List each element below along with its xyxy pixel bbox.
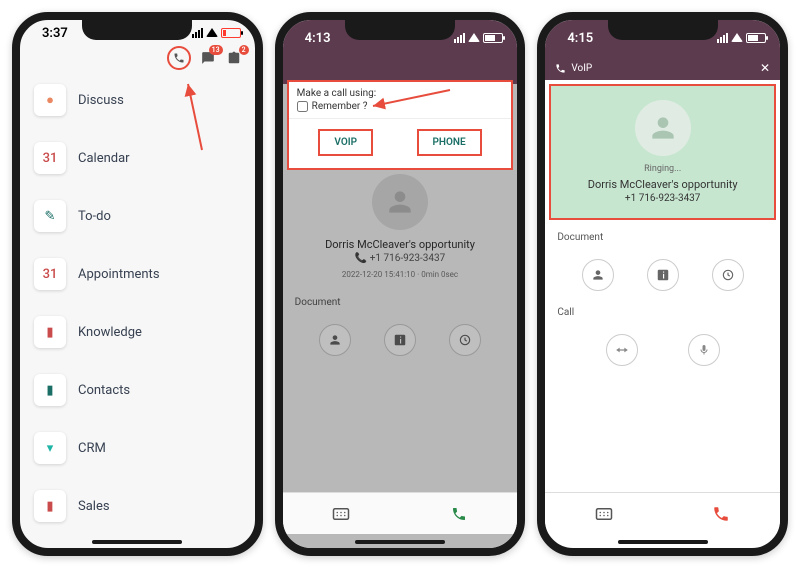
wifi-icon — [468, 31, 480, 46]
menu-item-sales[interactable]: ▮ Sales — [34, 490, 241, 522]
dialog-header: Make a call using: Remember ? — [289, 82, 512, 118]
notch — [608, 20, 718, 40]
menu-label: Appointments — [78, 267, 160, 282]
avatar-icon — [635, 100, 691, 156]
phone-screen-3: 4:15 VoIP ✕ Ringing... Dorris McCleaver'… — [537, 12, 788, 556]
signal-icon — [717, 33, 728, 43]
call-timestamp: 2022-12-20 15:41:10 · 0min 0sec — [293, 270, 508, 279]
menu-item-appointments[interactable]: 31 Appointments — [34, 258, 241, 290]
battery-icon — [483, 33, 503, 43]
wifi-icon — [731, 31, 743, 46]
document-section-label: Document — [545, 224, 780, 251]
menu-icon: ▮ — [34, 374, 66, 406]
badge: 13 — [209, 45, 223, 55]
wifi-icon — [206, 26, 218, 41]
status-icons — [717, 31, 766, 46]
call-method-dialog: Make a call using: Remember ? VOIP PHONE — [287, 80, 514, 170]
dialog-buttons: VOIP PHONE — [289, 118, 512, 168]
menu-item-contacts[interactable]: ▮ Contacts — [34, 374, 241, 406]
ringing-card: Ringing... Dorris McCleaver's opportunit… — [549, 84, 776, 220]
avatar-icon — [372, 174, 428, 230]
phone-icon[interactable] — [170, 49, 188, 67]
menu-icon: 31 — [34, 142, 66, 174]
menu-icon: ▮ — [34, 490, 66, 522]
hangup-button[interactable] — [663, 493, 780, 534]
notch — [82, 20, 192, 40]
schedule-button[interactable] — [449, 324, 481, 356]
call-actions — [545, 326, 780, 374]
bottom-bar — [545, 492, 780, 534]
battery-icon — [746, 33, 766, 43]
contact-number: 📞 +1 716-923-3437 — [293, 253, 508, 264]
menu-label: Calendar — [78, 151, 130, 166]
mute-button[interactable] — [688, 334, 720, 366]
menu-label: Knowledge — [78, 325, 142, 340]
phone-screen-1: 3:37 13 2 ● Discuss 31 Calendar ✎ To-do 31 Appo… — [12, 12, 263, 556]
voip-button[interactable]: VOIP — [318, 129, 373, 156]
menu-icon: ● — [34, 84, 66, 116]
voip-label: VoIP — [571, 63, 592, 74]
document-actions — [545, 251, 780, 299]
menu-label: Discuss — [78, 93, 124, 108]
voip-header: VoIP ✕ — [545, 56, 780, 80]
menu-item-discuss[interactable]: ● Discuss — [34, 84, 241, 116]
ringing-status: Ringing... — [559, 164, 766, 174]
call-button[interactable] — [400, 493, 517, 534]
menu-label: CRM — [78, 441, 106, 456]
contact-name: Dorris McCleaver's opportunity — [293, 238, 508, 251]
menu-item-calendar[interactable]: 31 Calendar — [34, 142, 241, 174]
menu-label: To-do — [78, 209, 111, 224]
close-icon[interactable]: ✕ — [760, 61, 770, 75]
voip-launcher-highlight — [167, 46, 191, 70]
battery-icon — [221, 28, 241, 38]
contact-number: +1 716-923-3437 — [559, 193, 766, 204]
menu-label: Sales — [78, 499, 110, 514]
keypad-button[interactable] — [545, 493, 662, 534]
contact-button[interactable] — [319, 324, 351, 356]
menu-item-knowledge[interactable]: ▮ Knowledge — [34, 316, 241, 348]
call-section-label: Call — [545, 299, 780, 326]
status-icons — [192, 26, 241, 41]
remember-checkbox-label[interactable]: Remember ? — [297, 101, 504, 112]
signal-icon — [454, 33, 465, 43]
home-indicator — [355, 540, 445, 544]
menu-icon: ✎ — [34, 200, 66, 232]
details-button[interactable] — [647, 259, 679, 291]
menu-label: Contacts — [78, 383, 130, 398]
home-indicator — [92, 540, 182, 544]
clock: 4:15 — [567, 31, 593, 46]
remember-checkbox[interactable] — [297, 101, 308, 112]
menu-icon: 31 — [34, 258, 66, 290]
phone-screen-2: 4:13 Dorris McCleaver's opportunity 📞 +1… — [275, 12, 526, 556]
contact-card: Dorris McCleaver's opportunity 📞 +1 716-… — [283, 164, 518, 289]
contact-button[interactable] — [582, 259, 614, 291]
badge: 2 — [239, 45, 249, 55]
home-indicator — [618, 540, 708, 544]
menu-icon: ▮ — [34, 316, 66, 348]
signal-icon — [192, 28, 203, 38]
messaging-icon[interactable]: 13 — [199, 49, 217, 67]
dialog-prompt: Make a call using: — [297, 88, 504, 99]
phone-button[interactable]: PHONE — [417, 129, 482, 156]
status-icons — [454, 31, 503, 46]
clock: 3:37 — [42, 26, 68, 41]
bottom-bar — [283, 492, 518, 534]
menu-icon: ▾ — [34, 432, 66, 464]
menu-item-crm[interactable]: ▾ CRM — [34, 432, 241, 464]
document-actions — [283, 316, 518, 364]
activity-icon[interactable]: 2 — [225, 49, 243, 67]
keypad-button[interactable] — [283, 493, 400, 534]
notch — [345, 20, 455, 40]
menu-item-to-do[interactable]: ✎ To-do — [34, 200, 241, 232]
voip-icon — [555, 63, 566, 74]
app-menu: ● Discuss 31 Calendar ✎ To-do 31 Appointments ▮ K… — [20, 70, 255, 548]
schedule-button[interactable] — [712, 259, 744, 291]
contact-name: Dorris McCleaver's opportunity — [559, 178, 766, 191]
app-header: 13 2 — [20, 46, 255, 70]
document-section-label: Document — [283, 289, 518, 316]
details-button[interactable] — [384, 324, 416, 356]
clock: 4:13 — [305, 31, 331, 46]
transfer-button[interactable] — [606, 334, 638, 366]
